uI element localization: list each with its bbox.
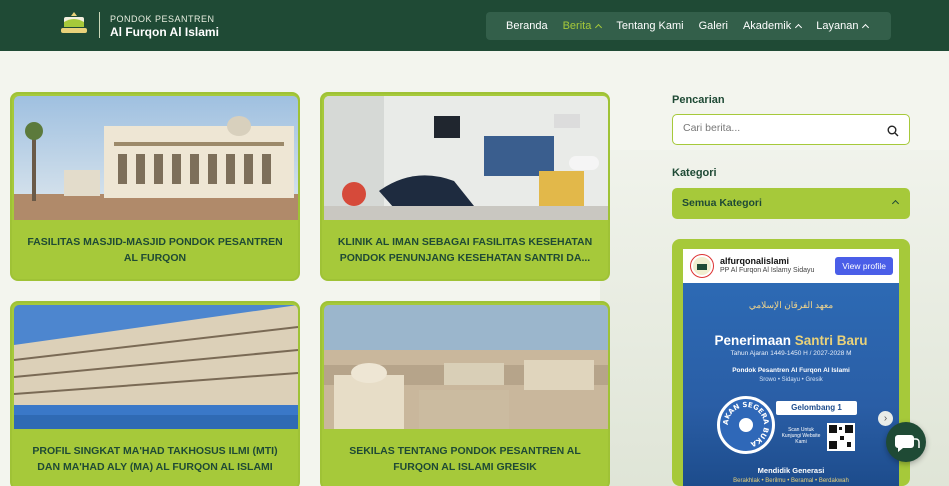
post-gelombang: Gelombang 1 bbox=[776, 401, 857, 415]
post-headline: Penerimaan Santri Baru bbox=[683, 333, 899, 348]
article-image-dormitory[interactable] bbox=[14, 305, 298, 429]
post-stamp: AKAN SEGERA BUKA bbox=[717, 396, 775, 454]
article-title[interactable]: SEKILAS TENTANG PONDOK PESANTREN AL FURQ… bbox=[332, 443, 598, 475]
post-school: Pondok Pesantren Al Furqon Al Islami bbox=[732, 367, 850, 374]
post-headline-a: Penerimaan bbox=[714, 333, 791, 348]
article-title[interactable]: FASILITAS MASJID-MASJID PONDOK PESANTREN… bbox=[22, 234, 288, 266]
instagram-embed: alfurqonalislami PP Al Furqon Al Islamy … bbox=[672, 239, 910, 486]
search-label: Pencarian bbox=[672, 94, 725, 106]
nav-item-beranda[interactable]: Beranda bbox=[506, 20, 548, 32]
brand-subtitle: PONDOK PESANTREN bbox=[110, 14, 215, 24]
category-label: Kategori bbox=[672, 167, 717, 179]
article-card[interactable]: SEKILAS TENTANG PONDOK PESANTREN AL FURQ… bbox=[320, 301, 610, 486]
article-title[interactable]: PROFIL SINGKAT MA'HAD TAKHOSUS ILMI (MTI… bbox=[22, 443, 288, 475]
stamp-text-ring: AKAN SEGERA BUKA bbox=[722, 401, 770, 449]
nav-item-berita[interactable]: Berita bbox=[563, 20, 603, 32]
article-title[interactable]: KLINIK AL IMAN SEBAGAI FASILITAS KESEHAT… bbox=[332, 234, 598, 266]
view-profile-button[interactable]: View profile bbox=[835, 257, 893, 275]
svg-text:AKAN SEGERA BUKA: AKAN SEGERA BUKA bbox=[722, 401, 770, 449]
post-scan-text: Scan Untuk Kunjungi Website Kami bbox=[781, 427, 821, 445]
post-footer-title: Mendidik Generasi bbox=[757, 466, 825, 475]
article-image-campus-aerial[interactable] bbox=[324, 305, 608, 429]
chat-bubble-icon bbox=[895, 435, 920, 452]
qr-code-icon bbox=[827, 423, 855, 451]
post-arabic-text: معهد الفرقان الإسلامي bbox=[748, 300, 834, 310]
post-headline-b: Santri Baru bbox=[794, 333, 868, 348]
search-icon[interactable] bbox=[887, 124, 899, 142]
post-location: Srowo • Sidayu • Gresik bbox=[759, 377, 823, 383]
pesantren-logo-icon[interactable] bbox=[58, 10, 90, 38]
search-box bbox=[672, 114, 910, 145]
brand-title[interactable]: Al Furqon Al Islami bbox=[110, 25, 219, 39]
nav-item-akademik[interactable]: Akademik bbox=[743, 20, 803, 32]
search-input[interactable] bbox=[683, 122, 873, 134]
instagram-subtitle: PP Al Furqon Al Islamy Sidayu bbox=[720, 267, 815, 274]
chevron-up-icon bbox=[595, 23, 603, 32]
profile-avatar[interactable] bbox=[690, 254, 714, 278]
article-card[interactable]: PROFIL SINGKAT MA'HAD TAKHOSUS ILMI (MTI… bbox=[10, 301, 300, 486]
chevron-up-icon bbox=[862, 23, 870, 32]
chat-button[interactable] bbox=[886, 422, 926, 462]
chevron-up-icon bbox=[891, 199, 900, 208]
site-header: PONDOK PESANTREN Al Furqon Al Islami Ber… bbox=[0, 0, 949, 51]
nav-item-galeri[interactable]: Galeri bbox=[699, 20, 728, 32]
instagram-username[interactable]: alfurqonalislami bbox=[720, 256, 789, 266]
nav-item-tentang-kami[interactable]: Tentang Kami bbox=[616, 20, 683, 32]
category-selected-value: Semua Kategori bbox=[682, 197, 762, 209]
article-card[interactable]: KLINIK AL IMAN SEBAGAI FASILITAS KESEHAT… bbox=[320, 92, 610, 281]
article-title-text: KLINIK AL IMAN SEBAGAI FASILITAS KESEHAT… bbox=[337, 236, 593, 264]
instagram-post-image[interactable]: معهد الفرقان الإسلامي Penerimaan Santri … bbox=[683, 283, 899, 486]
post-footer-tagline: Berakhlak • Berilmu • Beramal • Berdakwa… bbox=[733, 478, 849, 484]
article-image-mosque[interactable] bbox=[14, 96, 298, 220]
instagram-header: alfurqonalislami PP Al Furqon Al Islamy … bbox=[683, 249, 899, 283]
chevron-up-icon bbox=[795, 23, 803, 32]
article-card[interactable]: FASILITAS MASJID-MASJID PONDOK PESANTREN… bbox=[10, 92, 300, 281]
main-nav: Beranda Berita Tentang Kami Galeri Akade… bbox=[486, 12, 891, 40]
nav-item-layanan[interactable]: Layanan bbox=[816, 20, 870, 32]
brand-divider bbox=[99, 12, 100, 38]
category-select[interactable]: Semua Kategori bbox=[672, 188, 910, 219]
article-image-clinic[interactable] bbox=[324, 96, 608, 220]
post-year: Tahun Ajaran 1449-1450 H / 2027-2028 M bbox=[730, 350, 852, 357]
